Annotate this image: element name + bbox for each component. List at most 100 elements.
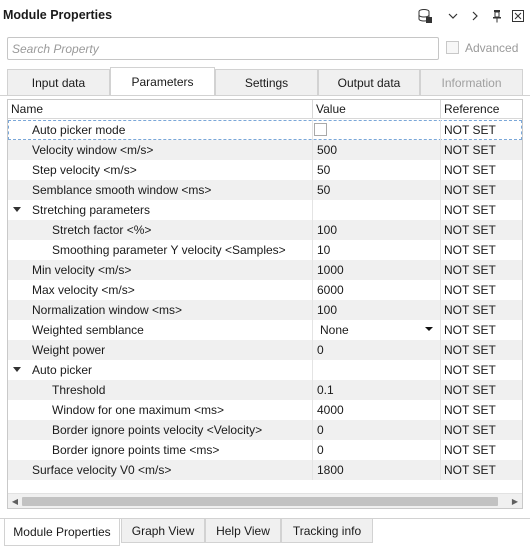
property-row[interactable]: Surface velocity V0 <m/s> 1800 NOT SET xyxy=(8,460,522,480)
property-value[interactable]: 50 xyxy=(316,160,330,180)
property-group-row[interactable]: Stretching parameters NOT SET xyxy=(8,200,522,220)
close-window-icon[interactable] xyxy=(511,7,525,25)
property-value[interactable]: 500 xyxy=(316,140,337,160)
database-icon[interactable] xyxy=(416,7,434,25)
property-name: Stretching parameters xyxy=(32,203,151,217)
collapse-triangle-icon[interactable] xyxy=(12,200,22,220)
advanced-checkbox[interactable] xyxy=(446,41,459,54)
property-name: Window for one maximum <ms> xyxy=(52,403,225,417)
tab-input-data[interactable]: Input data xyxy=(7,69,110,95)
column-header-name[interactable]: Name xyxy=(8,100,43,119)
property-row[interactable]: Min velocity <m/s> 1000 NOT SET xyxy=(8,260,522,280)
cell-divider xyxy=(440,420,441,440)
property-row[interactable]: Auto picker mode NOT SET xyxy=(8,120,522,140)
property-reference[interactable]: NOT SET xyxy=(444,280,496,300)
property-value[interactable]: 1800 xyxy=(316,460,344,480)
property-value[interactable]: 6000 xyxy=(316,280,344,300)
property-value[interactable]: 1000 xyxy=(316,260,344,280)
cell-divider xyxy=(440,440,441,460)
property-value[interactable]: 0 xyxy=(316,420,324,440)
chevron-right-icon[interactable] xyxy=(468,7,482,25)
property-reference[interactable]: NOT SET xyxy=(444,360,496,380)
property-reference[interactable]: NOT SET xyxy=(444,300,496,320)
property-value[interactable]: 0 xyxy=(316,440,324,460)
scroll-right-icon[interactable]: ▶ xyxy=(508,494,522,508)
cell-divider xyxy=(312,140,313,160)
property-reference[interactable]: NOT SET xyxy=(444,440,496,460)
property-reference[interactable]: NOT SET xyxy=(444,120,496,140)
cell-divider xyxy=(312,120,313,140)
bottom-tab-help-view[interactable]: Help View xyxy=(205,519,281,543)
property-group-row[interactable]: Auto picker NOT SET xyxy=(8,360,522,380)
cell-divider xyxy=(440,400,441,420)
property-row[interactable]: Max velocity <m/s> 6000 NOT SET xyxy=(8,280,522,300)
property-value[interactable]: 50 xyxy=(316,180,330,200)
collapse-triangle-icon[interactable] xyxy=(12,360,22,380)
property-row[interactable]: Threshold 0.1 NOT SET xyxy=(8,380,522,400)
title-bar: Module Properties xyxy=(0,0,530,32)
scrollbar-thumb[interactable] xyxy=(22,497,498,506)
property-name: Velocity window <m/s> xyxy=(32,143,154,157)
property-reference[interactable]: NOT SET xyxy=(444,200,496,220)
property-row[interactable]: Step velocity <m/s> 50 NOT SET xyxy=(8,160,522,180)
column-header-reference[interactable]: Reference xyxy=(441,100,499,119)
bottom-tab-module-properties[interactable]: Module Properties xyxy=(4,519,120,546)
cell-divider xyxy=(440,260,441,280)
property-name: Semblance smooth window <ms> xyxy=(32,183,212,197)
property-row[interactable]: Stretch factor <%> 100 NOT SET xyxy=(8,220,522,240)
property-value[interactable] xyxy=(316,200,317,220)
property-reference[interactable]: NOT SET xyxy=(444,220,496,240)
property-row[interactable]: Border ignore points velocity <Velocity>… xyxy=(8,420,522,440)
scroll-left-icon[interactable]: ◀ xyxy=(8,494,22,508)
cell-divider xyxy=(312,400,313,420)
property-row[interactable]: Velocity window <m/s> 500 NOT SET xyxy=(8,140,522,160)
search-property-input[interactable] xyxy=(7,37,439,60)
property-name: Stretch factor <%> xyxy=(52,223,152,237)
horizontal-scrollbar[interactable]: ◀ ▶ xyxy=(8,493,522,508)
property-reference[interactable]: NOT SET xyxy=(444,320,496,340)
property-name: Smoothing parameter Y velocity <Samples> xyxy=(52,243,286,257)
property-value[interactable]: 10 xyxy=(316,240,330,260)
property-row[interactable]: Normalization window <ms> 100 NOT SET xyxy=(8,300,522,320)
property-value[interactable]: 100 xyxy=(316,300,337,320)
cell-divider xyxy=(312,360,313,380)
pin-icon[interactable] xyxy=(490,7,504,25)
tab-settings[interactable]: Settings xyxy=(215,69,318,95)
column-header-value[interactable]: Value xyxy=(313,100,346,119)
property-name: Weighted semblance xyxy=(32,323,144,337)
property-reference[interactable]: NOT SET xyxy=(444,420,496,440)
property-value-checkbox[interactable] xyxy=(314,123,327,136)
property-value[interactable]: 0 xyxy=(316,340,324,360)
property-row[interactable]: Weighted semblance None NOT SET xyxy=(8,320,522,340)
property-reference[interactable]: NOT SET xyxy=(444,160,496,180)
property-reference[interactable]: NOT SET xyxy=(444,140,496,160)
property-row[interactable]: Semblance smooth window <ms> 50 NOT SET xyxy=(8,180,522,200)
property-value[interactable]: 4000 xyxy=(316,400,344,420)
property-name: Border ignore points velocity <Velocity> xyxy=(52,423,263,437)
property-value[interactable]: 100 xyxy=(316,220,337,240)
property-row[interactable]: Smoothing parameter Y velocity <Samples>… xyxy=(8,240,522,260)
property-row[interactable]: Border ignore points time <ms> 0 NOT SET xyxy=(8,440,522,460)
property-value[interactable] xyxy=(316,360,317,380)
chevron-down-icon[interactable] xyxy=(446,7,460,25)
property-value-select[interactable]: None xyxy=(319,320,349,340)
property-reference[interactable]: NOT SET xyxy=(444,180,496,200)
tab-output-data[interactable]: Output data xyxy=(318,69,420,95)
property-value[interactable]: 0.1 xyxy=(316,380,334,400)
property-name: Min velocity <m/s> xyxy=(32,263,132,277)
cell-divider xyxy=(312,340,313,360)
property-reference[interactable]: NOT SET xyxy=(444,460,496,480)
property-row[interactable]: Window for one maximum <ms> 4000 NOT SET xyxy=(8,400,522,420)
tab-parameters[interactable]: Parameters xyxy=(110,67,215,95)
cell-divider xyxy=(440,240,441,260)
bottom-tab-graph-view[interactable]: Graph View xyxy=(121,519,205,543)
property-reference[interactable]: NOT SET xyxy=(444,240,496,260)
property-reference[interactable]: NOT SET xyxy=(444,260,496,280)
property-reference[interactable]: NOT SET xyxy=(444,380,496,400)
cell-divider xyxy=(312,460,313,480)
property-row[interactable]: Weight power 0 NOT SET xyxy=(8,340,522,360)
property-reference[interactable]: NOT SET xyxy=(444,400,496,420)
property-reference[interactable]: NOT SET xyxy=(444,340,496,360)
bottom-tab-tracking-info[interactable]: Tracking info xyxy=(281,519,373,543)
property-grid: Name Value Reference Auto picker mode NOT… xyxy=(7,99,523,509)
